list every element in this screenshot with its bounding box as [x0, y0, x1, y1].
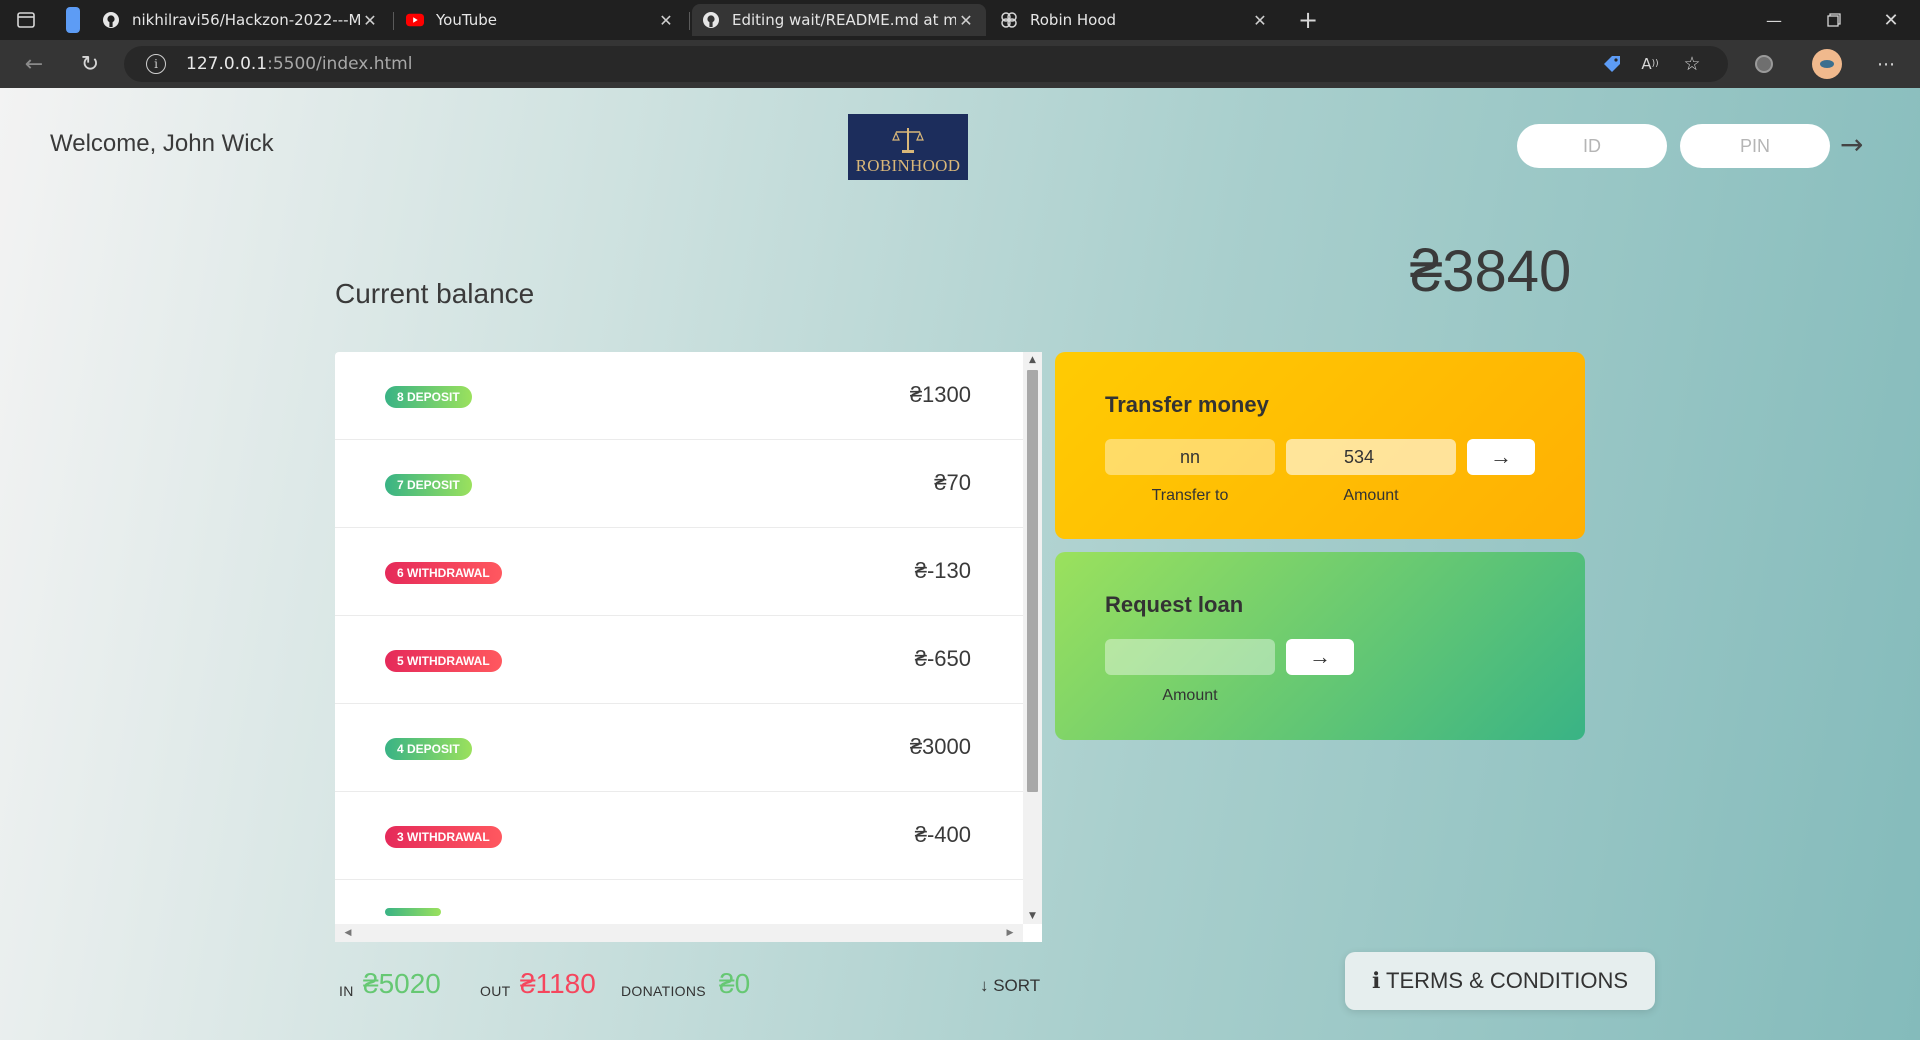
url-field[interactable]: i 127.0.0.1:5500/index.html A)) ☆	[124, 46, 1728, 82]
transfer-amount-input[interactable]	[1286, 439, 1456, 475]
scroll-up-icon[interactable]: ▲	[1023, 352, 1042, 368]
url-path: :5500/index.html	[267, 54, 413, 74]
loan-amount-input[interactable]	[1105, 639, 1275, 675]
close-tab-icon[interactable]: ✕	[656, 11, 676, 30]
app-icon	[1000, 11, 1018, 29]
tab-divider	[689, 12, 690, 30]
login-button[interactable]: →	[1840, 128, 1863, 161]
tag-icon[interactable]	[1600, 52, 1624, 76]
movement-type-badge	[385, 908, 441, 916]
site-info-icon[interactable]: i	[146, 54, 166, 74]
scroll-right-icon[interactable]: ▶	[1001, 924, 1019, 942]
tab-github-editing[interactable]: Editing wait/README.md at mair ✕	[692, 4, 986, 36]
loan-title: Request loan	[1105, 592, 1244, 617]
url-host: 127.0.0.1	[186, 54, 268, 74]
movement-row: 7 DEPOSIT ₴70	[335, 440, 1023, 528]
summary-out-label: OUT	[480, 983, 511, 999]
transfer-money-panel: Transfer money → Transfer to Amount	[1055, 352, 1585, 539]
summary-donations-label: DONATIONS	[621, 983, 706, 999]
pin-input[interactable]	[1680, 124, 1830, 168]
close-window-icon[interactable]: ✕	[1877, 8, 1905, 32]
new-tab-icon[interactable]: +	[1296, 6, 1320, 34]
vertical-scrollbar[interactable]: ▲ ▼	[1023, 352, 1042, 924]
scales-icon	[892, 128, 924, 153]
sidebar-toggle-icon[interactable]	[14, 8, 38, 32]
robinhood-logo: ROBINHOOD	[848, 114, 968, 180]
reload-icon[interactable]: ↻	[76, 52, 104, 77]
request-loan-panel: Request loan → Amount	[1055, 552, 1585, 740]
read-aloud-icon[interactable]: A))	[1638, 52, 1662, 76]
logo-text: ROBINHOOD	[855, 156, 961, 175]
movement-value: ₴1300	[909, 382, 971, 407]
movement-type-badge: 8 DEPOSIT	[385, 386, 472, 408]
movement-row: 5 WITHDRAWAL ₴-650	[335, 616, 1023, 704]
back-icon[interactable]: ←	[20, 52, 48, 77]
movement-type-badge: 6 WITHDRAWAL	[385, 562, 502, 584]
minimize-icon[interactable]: —	[1760, 8, 1788, 32]
youtube-icon	[406, 11, 424, 29]
scroll-down-icon[interactable]: ▼	[1023, 908, 1042, 924]
scrollbar-thumb[interactable]	[1027, 370, 1038, 792]
extension-icon[interactable]	[1752, 52, 1776, 76]
close-tab-icon[interactable]: ✕	[360, 11, 380, 30]
transfer-submit-button[interactable]: →	[1467, 439, 1535, 475]
horizontal-scrollbar[interactable]: ◀ ▶	[335, 924, 1023, 942]
address-bar: ← ↻ i 127.0.0.1:5500/index.html A)) ☆ ⋯	[0, 40, 1920, 88]
movement-type-badge: 4 DEPOSIT	[385, 738, 472, 760]
movement-value: ₴3000	[909, 734, 971, 759]
profile-avatar-icon[interactable]	[1812, 49, 1842, 79]
url-text: 127.0.0.1:5500/index.html	[186, 54, 412, 74]
movement-row: 8 DEPOSIT ₴1300	[335, 352, 1023, 440]
movement-row: 3 WITHDRAWAL ₴-400	[335, 792, 1023, 880]
transfer-to-input[interactable]	[1105, 439, 1275, 475]
movement-value: ₴70	[934, 470, 971, 495]
bank-app-page: Welcome, John Wick ROBINHOOD → Current b…	[0, 88, 1920, 1040]
add-favorite-icon[interactable]: ☆	[1680, 52, 1704, 76]
sort-button[interactable]: ↓ SORT	[980, 976, 1040, 996]
github-icon	[702, 11, 720, 29]
transfer-title: Transfer money	[1105, 392, 1269, 417]
tab-youtube[interactable]: YouTube ✕	[396, 4, 686, 36]
github-icon	[102, 11, 120, 29]
scroll-left-icon[interactable]: ◀	[339, 924, 357, 942]
balance-label: Current balance	[335, 278, 535, 309]
browser-tab-bar: nikhilravi56/Hackzon-2022---Ma ✕ YouTube…	[0, 0, 1920, 40]
welcome-message: Welcome, John Wick	[50, 130, 274, 157]
movement-row: 6 WITHDRAWAL ₴-130	[335, 528, 1023, 616]
movement-value: ₴-400	[914, 822, 971, 847]
movement-value: ₴-130	[914, 558, 971, 583]
transfer-to-label: Transfer to	[1151, 487, 1229, 504]
tab-title: nikhilravi56/Hackzon-2022---Ma	[132, 11, 360, 29]
workspaces-icon[interactable]	[64, 6, 82, 34]
transfer-amount-label: Amount	[1343, 487, 1399, 504]
tab-title: Editing wait/README.md at mair	[732, 11, 956, 29]
close-tab-icon[interactable]: ✕	[1250, 11, 1270, 30]
summary-in-value: ₴5020	[363, 968, 441, 999]
terms-conditions-button[interactable]: ℹ TERMS & CONDITIONS	[1345, 952, 1655, 1010]
movement-type-badge: 7 DEPOSIT	[385, 474, 472, 496]
close-tab-icon[interactable]: ✕	[956, 11, 976, 30]
loan-submit-button[interactable]: →	[1286, 639, 1354, 675]
balance-value: ₴3840	[1410, 239, 1572, 304]
tab-divider	[393, 12, 394, 30]
tab-title: Robin Hood	[1030, 11, 1117, 29]
summary-donations-value: ₴0	[719, 968, 751, 999]
movement-type-badge: 5 WITHDRAWAL	[385, 650, 502, 672]
movement-type-badge: 3 WITHDRAWAL	[385, 826, 502, 848]
summary-in-label: IN	[339, 983, 354, 999]
summary-out-value: ₴1180	[520, 968, 596, 999]
tab-title: YouTube	[436, 11, 497, 29]
restore-icon[interactable]	[1820, 8, 1848, 32]
loan-amount-label: Amount	[1162, 687, 1218, 704]
movement-row: 4 DEPOSIT ₴3000	[335, 704, 1023, 792]
movement-value: ₴-650	[914, 646, 971, 671]
tab-github-hackzon[interactable]: nikhilravi56/Hackzon-2022---Ma ✕	[92, 4, 390, 36]
tab-robin-hood[interactable]: Robin Hood ✕	[990, 4, 1280, 36]
movements-list[interactable]: 8 DEPOSIT ₴1300 7 DEPOSIT ₴70 6 WITHDRAW…	[335, 352, 1042, 942]
more-menu-icon[interactable]: ⋯	[1872, 52, 1900, 76]
user-id-input[interactable]	[1517, 124, 1667, 168]
